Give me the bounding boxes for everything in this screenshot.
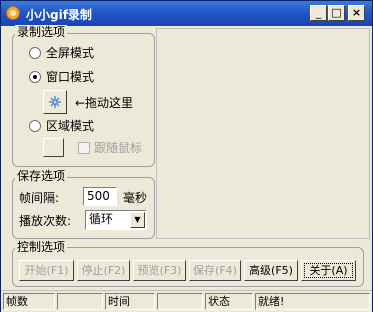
close-button[interactable]: ×: [348, 5, 365, 21]
play-count-value: 循环: [89, 212, 114, 226]
time-label: 时间: [105, 293, 155, 310]
advanced-button[interactable]: 高级(F5): [244, 260, 298, 281]
app-window: 小小gif录制 _ □ × 录制选项 全屏模式 窗口模式 ←拖动这里 区域模式 …: [0, 0, 373, 312]
record-options-label: 录制选项: [15, 25, 68, 39]
control-options-label: 控制选项: [15, 240, 68, 254]
follow-mouse-checkbox[interactable]: [78, 142, 90, 154]
fullscreen-mode-label[interactable]: 全屏模式: [46, 46, 94, 60]
select-region-button[interactable]: [43, 138, 64, 157]
drag-target-button[interactable]: [43, 90, 67, 114]
time-value: [157, 293, 203, 310]
start-button[interactable]: 开始(F1): [19, 260, 74, 281]
drag-hint-label: ←拖动这里: [75, 96, 134, 110]
region-mode-label[interactable]: 区域模式: [46, 119, 94, 133]
window-mode-label[interactable]: 窗口模式: [46, 70, 94, 84]
save-button[interactable]: 保存(F4): [189, 260, 241, 281]
frame-interval-label: 帧间隔:: [19, 191, 60, 205]
frame-interval-unit: 毫秒: [123, 191, 148, 205]
play-count-select[interactable]: 循环 ▼: [85, 210, 147, 230]
region-mode-radio[interactable]: [29, 120, 41, 132]
title-bar[interactable]: 小小gif录制 _ □ ×: [1, 1, 372, 26]
follow-mouse-label: 跟随鼠标: [94, 141, 143, 155]
window-mode-radio[interactable]: [29, 71, 41, 83]
frames-label: 帧数: [3, 293, 55, 310]
about-button[interactable]: 关于(A): [301, 260, 356, 281]
stop-button[interactable]: 停止(F2): [77, 260, 130, 281]
frame-interval-input[interactable]: 500: [83, 187, 117, 206]
fullscreen-mode-radio[interactable]: [29, 47, 41, 59]
preview-area: [156, 28, 370, 239]
chevron-down-icon[interactable]: ▼: [130, 212, 145, 228]
minimize-button[interactable]: _: [310, 5, 327, 21]
window-title: 小小gif录制: [26, 8, 92, 22]
status-bar: 帧数 时间 状态 就绪!: [1, 290, 372, 312]
save-options-label: 保存选项: [15, 169, 68, 183]
frames-value: [57, 293, 103, 310]
play-count-label: 播放次数:: [19, 214, 72, 228]
app-icon: [6, 6, 20, 20]
crosshair-icon: [49, 96, 61, 108]
maximize-button[interactable]: □: [328, 5, 345, 21]
state-label: 状态: [205, 293, 253, 310]
preview-button[interactable]: 预览(F3): [133, 260, 186, 281]
state-value: 就绪!: [255, 293, 370, 310]
